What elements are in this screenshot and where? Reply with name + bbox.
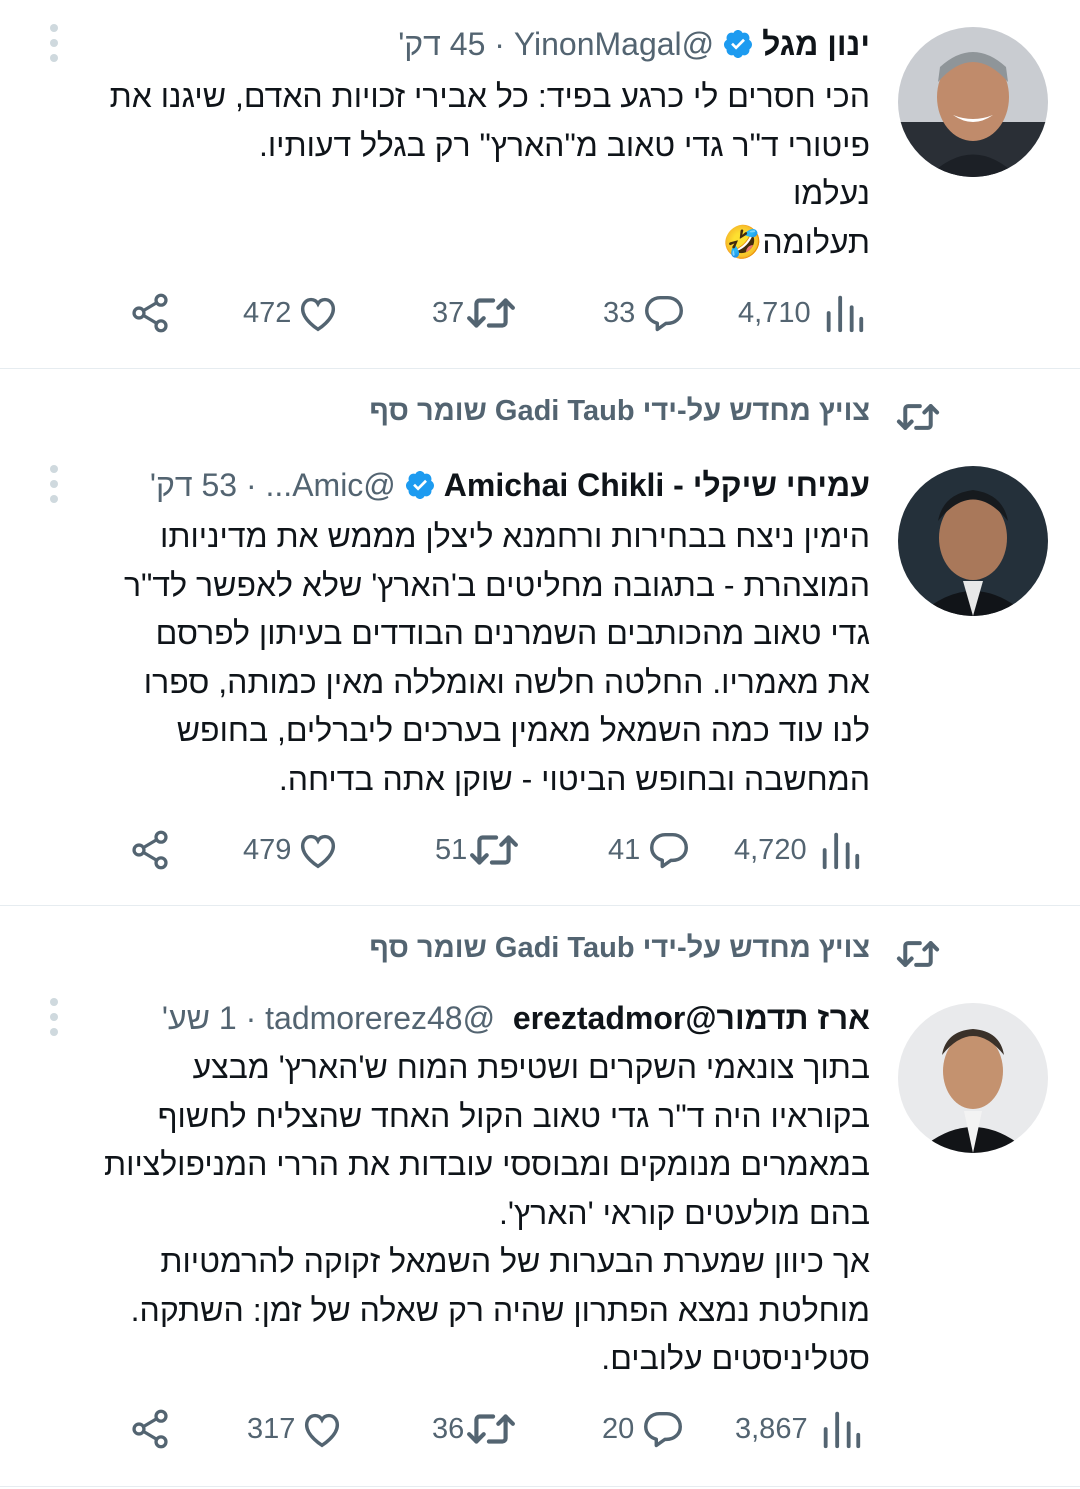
meta-separator: · bbox=[237, 467, 266, 503]
tweet-text: בתוך צונאמי השקרים ושטיפת המוח ש'הארץ' מ… bbox=[104, 1049, 870, 1376]
share-button[interactable] bbox=[128, 825, 172, 875]
share-icon bbox=[132, 1409, 168, 1449]
like-button[interactable]: 472 bbox=[243, 288, 341, 338]
more-dots-icon[interactable] bbox=[40, 996, 68, 1040]
share-button[interactable] bbox=[128, 288, 172, 338]
meta-separator: · bbox=[485, 26, 514, 62]
retweet-context-text[interactable]: צויץ מחדש על-ידי Gadi Taub שומר סף bbox=[369, 395, 870, 428]
reply-icon bbox=[650, 832, 689, 869]
reply-count: 33 bbox=[603, 296, 636, 329]
like-button[interactable]: 317 bbox=[247, 1404, 345, 1454]
retweet-button[interactable]: 36 bbox=[432, 1404, 516, 1454]
tweet-handle[interactable]: @YinonMagal bbox=[514, 20, 714, 68]
retweet-context: צויץ מחדש על-ידי Gadi Taub שומר סף bbox=[0, 387, 1080, 447]
views-button[interactable]: 3,867 bbox=[735, 1404, 864, 1454]
avatar[interactable] bbox=[898, 466, 1048, 616]
timeline-feed: ינון מגל @YinonMagal · 45 דק' הכי חסרים … bbox=[0, 0, 1080, 1489]
tweet-2[interactable]: צויץ מחדש על-ידי Gadi Taub שומר סף עמיחי… bbox=[0, 369, 1080, 905]
like-button[interactable]: 479 bbox=[243, 825, 341, 875]
views-button[interactable]: 4,720 bbox=[734, 825, 863, 875]
avatar[interactable] bbox=[898, 27, 1048, 177]
retweet-button[interactable]: 51 bbox=[435, 825, 519, 875]
reply-button[interactable]: 41 bbox=[608, 825, 692, 875]
reply-count: 41 bbox=[608, 833, 641, 866]
tweet-header: ינון מגל @YinonMagal · 45 דק' bbox=[398, 20, 870, 68]
divider bbox=[0, 1486, 1080, 1487]
more-dots-icon[interactable] bbox=[40, 22, 68, 66]
reply-icon bbox=[644, 1411, 683, 1448]
retweet-count: 51 bbox=[435, 833, 468, 866]
like-icon bbox=[301, 297, 336, 332]
tweet-text: הכי חסרים לי כרגע בפיד: כל אבירי זכויות … bbox=[109, 78, 870, 260]
tweet-3[interactable]: צויץ מחדש על-ידי Gadi Taub שומר סף ארז ת… bbox=[0, 906, 1080, 1486]
display-name[interactable]: ארז תדמור@ereztadmor bbox=[513, 994, 870, 1042]
reply-count: 20 bbox=[602, 1412, 635, 1445]
views-count: 3,867 bbox=[735, 1412, 808, 1445]
tweet-text: הימין ניצח בבחירות ורחמנא ליצלן מממש את … bbox=[123, 518, 870, 797]
tweet-handle[interactable]: @tadmorerez48 bbox=[265, 994, 495, 1042]
meta-separator: · bbox=[236, 1000, 266, 1036]
views-count: 4,720 bbox=[734, 833, 807, 866]
tweet-time[interactable]: 1 שע' bbox=[162, 994, 237, 1042]
tweet-handle[interactable]: @Amic... bbox=[266, 461, 396, 509]
retweet-context: צויץ מחדש על-ידי Gadi Taub שומר סף bbox=[0, 924, 1080, 984]
like-count: 479 bbox=[243, 833, 292, 866]
like-icon bbox=[301, 834, 336, 869]
like-count: 317 bbox=[247, 1412, 296, 1445]
tweet-time[interactable]: 53 דק' bbox=[150, 461, 237, 509]
verified-badge-icon bbox=[405, 471, 434, 499]
tweet-actions: 472 37 33 4,710 bbox=[0, 288, 1080, 338]
name-gap bbox=[495, 994, 513, 1042]
tweet-1[interactable]: ינון מגל @YinonMagal · 45 דק' הכי חסרים … bbox=[0, 0, 1080, 368]
verified-badge-icon bbox=[724, 30, 753, 58]
views-icon bbox=[822, 832, 859, 870]
tweet-actions: 317 36 20 3,867 bbox=[0, 1404, 1080, 1454]
views-icon bbox=[826, 295, 863, 333]
views-count: 4,710 bbox=[738, 296, 811, 329]
share-icon bbox=[132, 830, 168, 870]
avatar[interactable] bbox=[898, 1003, 1048, 1153]
tweet-header: עמיחי שיקלי - Amichai Chikli @Amic... · … bbox=[150, 461, 870, 509]
display-name[interactable]: עמיחי שיקלי - Amichai Chikli bbox=[444, 461, 870, 509]
tweet-actions: 479 51 41 4,720 bbox=[0, 825, 1080, 875]
share-icon bbox=[132, 293, 168, 333]
retweet-icon bbox=[467, 1414, 516, 1444]
views-icon bbox=[823, 1411, 860, 1449]
reply-icon bbox=[645, 295, 684, 332]
tweet-header: ארז תדמור@ereztadmor @tadmorerez48 · 1 ש… bbox=[162, 994, 870, 1042]
retweet-button[interactable]: 37 bbox=[432, 288, 516, 338]
views-button[interactable]: 4,710 bbox=[738, 288, 867, 338]
reply-button[interactable]: 20 bbox=[602, 1404, 686, 1454]
reply-button[interactable]: 33 bbox=[603, 288, 687, 338]
like-icon bbox=[305, 1413, 340, 1448]
retweet-count: 37 bbox=[432, 296, 465, 329]
retweet-context-text[interactable]: צויץ מחדש על-ידי Gadi Taub שומר סף bbox=[369, 932, 870, 965]
retweet-count: 36 bbox=[432, 1412, 465, 1445]
more-dots-icon[interactable] bbox=[40, 463, 68, 507]
tweet-time[interactable]: 45 דק' bbox=[398, 20, 485, 68]
retweet-icon bbox=[896, 941, 940, 967]
retweet-icon bbox=[896, 404, 940, 430]
share-button[interactable] bbox=[128, 1404, 172, 1454]
like-count: 472 bbox=[243, 296, 292, 329]
display-name[interactable]: ינון מגל bbox=[762, 20, 870, 68]
retweet-icon bbox=[467, 298, 516, 328]
retweet-icon bbox=[470, 835, 519, 865]
